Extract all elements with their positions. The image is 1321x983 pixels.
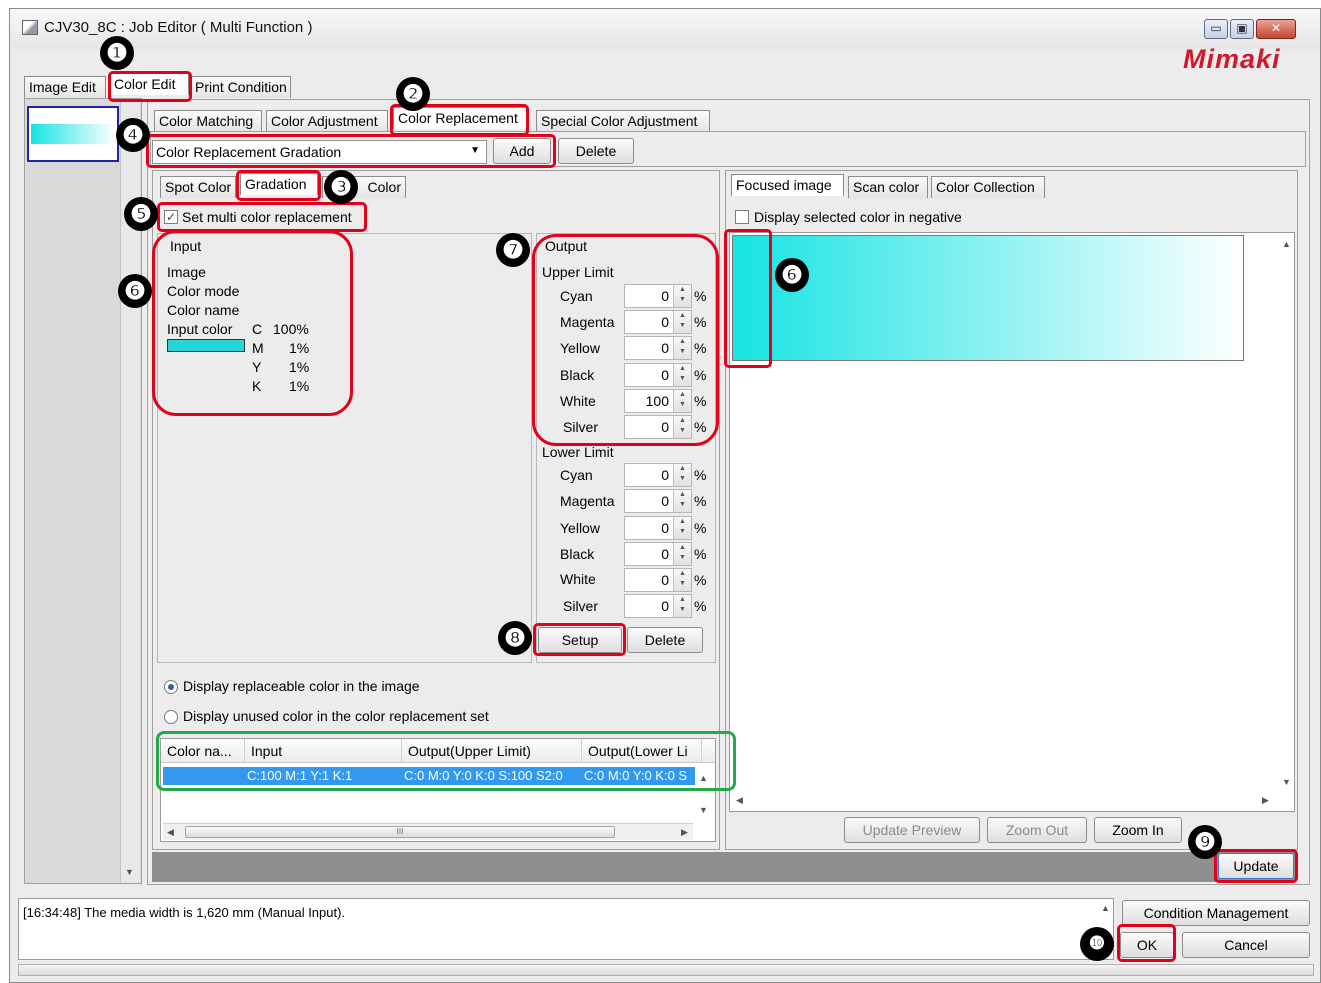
- tab-image-edit[interactable]: Image Edit: [24, 76, 106, 98]
- highlight-multi-replace: [157, 202, 367, 232]
- highlight-input-group: [152, 230, 353, 416]
- highlight-upper-limit: [532, 234, 719, 446]
- percent-unit: %: [694, 467, 707, 483]
- zoom-in-button[interactable]: Zoom In: [1094, 817, 1182, 843]
- highlight-setup-button: [533, 623, 626, 656]
- marker-5-icon: ❺: [124, 197, 158, 231]
- stepper-arrows-icon[interactable]: ▲ ▼: [673, 569, 691, 591]
- preview-scroll-right-icon[interactable]: ▶: [1262, 795, 1269, 806]
- percent-unit: %: [694, 493, 707, 509]
- cancel-button[interactable]: Cancel: [1182, 932, 1310, 958]
- log-message: [16:34:48] The media width is 1,620 mm (…: [23, 905, 346, 920]
- negative-checkbox[interactable]: [735, 210, 749, 224]
- tab-spot-color[interactable]: Spot Color: [160, 176, 236, 198]
- highlight-gradation-tab: [236, 170, 321, 201]
- preview-canvas[interactable]: ▲ ▼ ◀ ▶: [729, 232, 1295, 812]
- lower-limit-label: Lower Limit: [542, 444, 614, 460]
- tab-focused-image[interactable]: Focused image: [731, 174, 844, 196]
- lower-cyan-label: Cyan: [560, 467, 593, 483]
- table-horizontal-scrollbar[interactable]: ◀ III ▶: [163, 823, 693, 840]
- lower-silver-stepper[interactable]: 0 ▲ ▼: [624, 594, 692, 618]
- highlight-preview-input: [724, 229, 772, 368]
- preview-scroll-left-icon[interactable]: ◀: [736, 795, 743, 806]
- lower-black-stepper[interactable]: 0 ▲ ▼: [624, 542, 692, 566]
- stepper-arrows-icon[interactable]: ▲ ▼: [673, 517, 691, 539]
- zoom-out-button[interactable]: Zoom Out: [987, 817, 1087, 843]
- highlight-replacement-set: [146, 134, 556, 168]
- highlight-color-edit-tab: [108, 71, 192, 102]
- log-scroll-up-icon[interactable]: ▲: [1101, 903, 1110, 913]
- unused-color-radio[interactable]: [164, 710, 178, 724]
- percent-unit: %: [694, 598, 707, 614]
- scroll-left-icon[interactable]: ◀: [167, 827, 174, 838]
- marker-8-icon: ❽: [498, 621, 532, 655]
- marker-4-icon: ❹: [116, 118, 150, 152]
- maximize-icon[interactable]: ▣: [1230, 19, 1254, 39]
- lower-magenta-label: Magenta: [560, 493, 615, 509]
- stepper-arrows-icon[interactable]: ▲ ▼: [673, 595, 691, 617]
- gradation-preview-image[interactable]: [732, 235, 1244, 361]
- preview-scroll-down-icon[interactable]: ▼: [1282, 777, 1291, 787]
- marker-9-icon: ❾: [1188, 825, 1222, 859]
- negative-label: Display selected color in negative: [754, 209, 962, 225]
- scroll-thumb[interactable]: III: [185, 826, 615, 838]
- unused-color-label: Display unused color in the color replac…: [183, 708, 489, 724]
- app-icon: [22, 20, 38, 35]
- marker-6-icon: ❻: [775, 258, 809, 292]
- marker-3-icon: ❸: [324, 170, 358, 204]
- marker-10-icon: ❿: [1080, 927, 1114, 961]
- lower-silver-label: Silver: [563, 598, 599, 614]
- tab-color-adjustment[interactable]: Color Adjustment: [266, 110, 388, 132]
- lower-white-stepper[interactable]: 0 ▲ ▼: [624, 568, 692, 592]
- status-bar: [18, 964, 1314, 976]
- thumbnail-item[interactable]: [27, 106, 119, 162]
- mimaki-logo: Mimaki: [1183, 44, 1281, 74]
- minimize-icon[interactable]: ▭: [1204, 19, 1228, 39]
- window-title: CJV30_8C : Job Editor ( Multi Function ): [44, 19, 313, 36]
- marker-7-icon: ❼: [496, 233, 530, 267]
- tab-print-condition[interactable]: Print Condition: [190, 76, 291, 98]
- lower-yellow-label: Yellow: [560, 520, 600, 536]
- stepper-arrows-icon[interactable]: ▲ ▼: [673, 490, 691, 512]
- stepper-arrows-icon[interactable]: ▲ ▼: [673, 543, 691, 565]
- scroll-down-arrow-icon[interactable]: ▼: [125, 867, 134, 877]
- delete-set-button[interactable]: Delete: [558, 138, 634, 164]
- condition-management-button[interactable]: Condition Management: [1122, 900, 1310, 926]
- preview-scroll-up-icon[interactable]: ▲: [1282, 239, 1291, 249]
- tab-special-color-adjustment[interactable]: Special Color Adjustment: [536, 110, 710, 132]
- replaceable-color-label: Display replaceable color in the image: [183, 678, 420, 694]
- lower-magenta-stepper[interactable]: 0 ▲ ▼: [624, 489, 692, 513]
- lower-white-label: White: [560, 571, 596, 587]
- table-scroll-down-icon[interactable]: ▼: [699, 805, 708, 815]
- tab-scan-color[interactable]: Scan color: [848, 176, 928, 198]
- highlight-update-button: [1214, 849, 1298, 883]
- thumbnail-preview: [31, 124, 115, 144]
- tab-color-collection[interactable]: Color Collection: [931, 176, 1045, 198]
- lower-black-label: Black: [560, 546, 595, 562]
- percent-unit: %: [694, 520, 707, 536]
- percent-unit: %: [694, 546, 707, 562]
- marker-2-icon: ❷: [396, 77, 430, 111]
- tab-color-matching[interactable]: Color Matching: [154, 110, 262, 132]
- marker-1-icon: ❶: [100, 36, 134, 70]
- lower-yellow-stepper[interactable]: 0 ▲ ▼: [624, 516, 692, 540]
- close-icon[interactable]: ✕: [1256, 19, 1296, 39]
- update-preview-button[interactable]: Update Preview: [844, 817, 980, 843]
- update-bar: [152, 852, 1296, 882]
- highlight-replacement-table: [156, 731, 736, 791]
- replaceable-color-radio[interactable]: [164, 680, 178, 694]
- delete-output-button[interactable]: Delete: [627, 627, 703, 653]
- highlight-ok-button: [1117, 924, 1176, 962]
- log-area: [16:34:48] The media width is 1,620 mm (…: [18, 898, 1114, 960]
- marker-6-icon: ❻: [118, 274, 152, 308]
- scroll-right-icon[interactable]: ▶: [681, 827, 688, 838]
- percent-unit: %: [694, 572, 707, 588]
- stepper-arrows-icon[interactable]: ▲ ▼: [673, 464, 691, 486]
- lower-cyan-stepper[interactable]: 0 ▲ ▼: [624, 463, 692, 487]
